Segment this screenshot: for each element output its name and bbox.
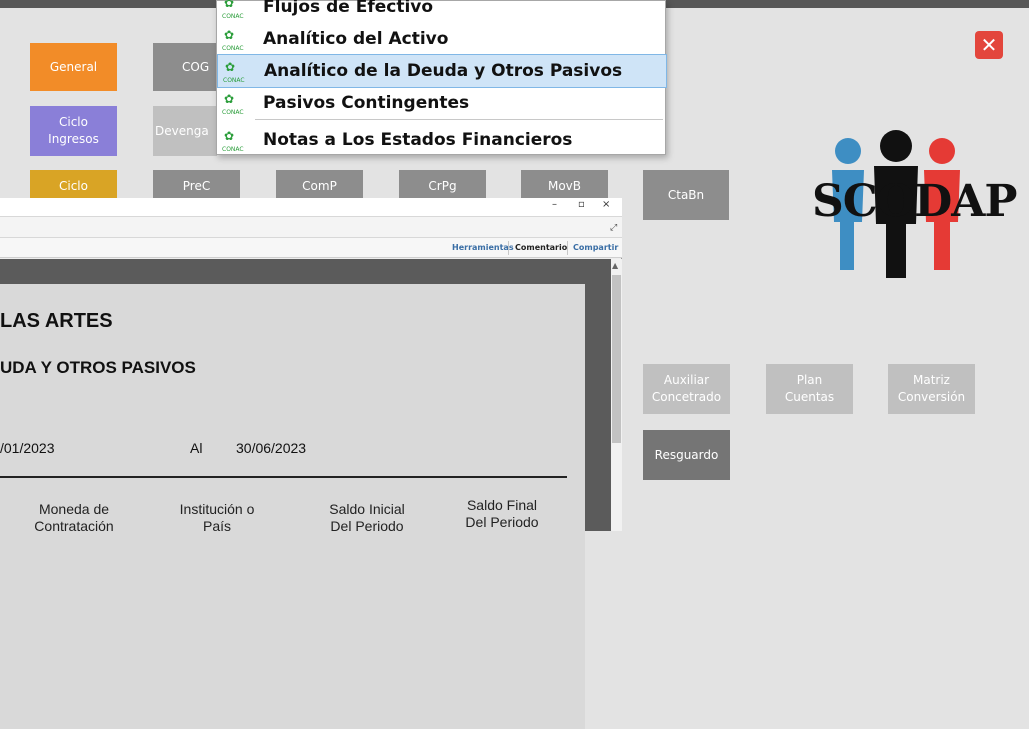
- resguardo-button[interactable]: Resguardo: [643, 430, 730, 480]
- menu-item-analitico-activo[interactable]: ✿ CONAC Analítico del Activo: [217, 23, 665, 55]
- header-rule: [0, 476, 567, 478]
- saldo-final-column-header: Saldo Final Del Periodo: [465, 497, 539, 530]
- matriz-conversion-button[interactable]: Matriz Conversión: [888, 364, 975, 414]
- saldo-inicial-column-header: Saldo Inicial Del Periodo: [329, 501, 405, 534]
- menu-item-notas-estados[interactable]: ✿ CONAC Notas a Los Estados Financieros: [217, 124, 665, 156]
- minimize-icon[interactable]: –: [552, 199, 557, 210]
- svg-text:✿: ✿: [225, 60, 235, 74]
- svg-text:✿: ✿: [224, 92, 234, 106]
- menu-item-label: Notas a Los Estados Financieros: [263, 130, 573, 150]
- tab-divider: [567, 241, 568, 255]
- scrollbar-thumb[interactable]: [612, 275, 621, 443]
- menu-separator: [255, 119, 663, 120]
- svg-text:✿: ✿: [224, 0, 234, 10]
- date-from: /01/2023: [0, 440, 55, 456]
- menu-item-label: Flujos de Efectivo: [263, 0, 434, 17]
- svg-text:✿: ✿: [224, 129, 234, 143]
- window-titlebar: [0, 198, 622, 216]
- svg-text:CONAC: CONAC: [222, 45, 244, 52]
- tab-divider: [508, 241, 509, 255]
- viewer-toolbar: [0, 216, 622, 238]
- auxiliar-concetrado-button[interactable]: Auxiliar Concetrado: [643, 364, 730, 414]
- conac-icon: ✿ CONAC: [223, 57, 247, 85]
- prec-button[interactable]: PreC: [153, 170, 240, 198]
- svg-text:CONAC: CONAC: [222, 146, 244, 153]
- date-to: 30/06/2023: [236, 440, 307, 456]
- devenga-button[interactable]: Devenga: [153, 106, 217, 156]
- herramientas-tab[interactable]: Herramientas: [452, 243, 514, 252]
- svg-text:✿: ✿: [224, 28, 234, 42]
- plan-cuentas-button[interactable]: Plan Cuentas: [766, 364, 853, 414]
- svg-text:CONAC: CONAC: [222, 109, 244, 116]
- close-icon: ✕: [980, 33, 998, 57]
- comentario-tab[interactable]: Comentario: [515, 243, 567, 252]
- conac-icon: ✿ CONAC: [222, 89, 246, 117]
- general-button[interactable]: General: [30, 43, 117, 91]
- scroll-up-icon[interactable]: ▲: [612, 261, 618, 270]
- report-subtitle: UDA Y OTROS PASIVOS: [0, 358, 196, 377]
- crpg-button[interactable]: CrPg: [399, 170, 486, 198]
- logo-text: SCODAP: [812, 176, 1018, 227]
- conac-icon: ✿ CONAC: [222, 25, 246, 53]
- menu-item-label: Analítico del Activo: [263, 29, 449, 49]
- menu-item-label: Pasivos Contingentes: [263, 93, 470, 113]
- moneda-column-header: Moneda de Contratación: [34, 501, 114, 534]
- conac-icon: ✿ CONAC: [222, 126, 246, 154]
- menu-item-label: Analítico de la Deuda y Otros Pasivos: [264, 61, 623, 81]
- document-area: [0, 259, 612, 729]
- menu-item-flujos-efectivo[interactable]: ✿ CONAC Flujos de Efectivo: [217, 0, 665, 23]
- svg-text:CONAC: CONAC: [222, 13, 244, 20]
- conac-icon: ✿ CONAC: [222, 0, 246, 21]
- expand-icon[interactable]: ⤢: [610, 223, 617, 233]
- ciclo-ingresos-button[interactable]: Ciclo Ingresos: [30, 106, 117, 156]
- menu-item-pasivos-contingentes[interactable]: ✿ CONAC Pasivos Contingentes: [217, 87, 665, 119]
- report-title: LAS ARTES: [0, 310, 113, 332]
- svg-text:CONAC: CONAC: [223, 77, 245, 84]
- report-dropdown-menu: ✿ CONAC Flujos de Efectivo ✿ CONAC Analí…: [216, 0, 667, 156]
- window-close-icon[interactable]: ×: [602, 199, 610, 210]
- ctabn-button[interactable]: CtaBn: [643, 170, 729, 220]
- close-button[interactable]: ✕: [975, 31, 1003, 59]
- maximize-icon[interactable]: ▫: [578, 199, 585, 210]
- menu-item-analitico-deuda[interactable]: ✿ CONAC Analítico de la Deuda y Otros Pa…: [217, 54, 667, 88]
- cog-button[interactable]: COG: [153, 43, 217, 91]
- institucion-column-header: Institución o País: [179, 501, 255, 534]
- compartir-tab[interactable]: Compartir: [573, 243, 618, 252]
- comp-button[interactable]: ComP: [276, 170, 363, 198]
- ciclo-button[interactable]: Ciclo: [30, 170, 117, 198]
- al-label: Al: [190, 440, 203, 456]
- movb-button[interactable]: MovB: [521, 170, 608, 198]
